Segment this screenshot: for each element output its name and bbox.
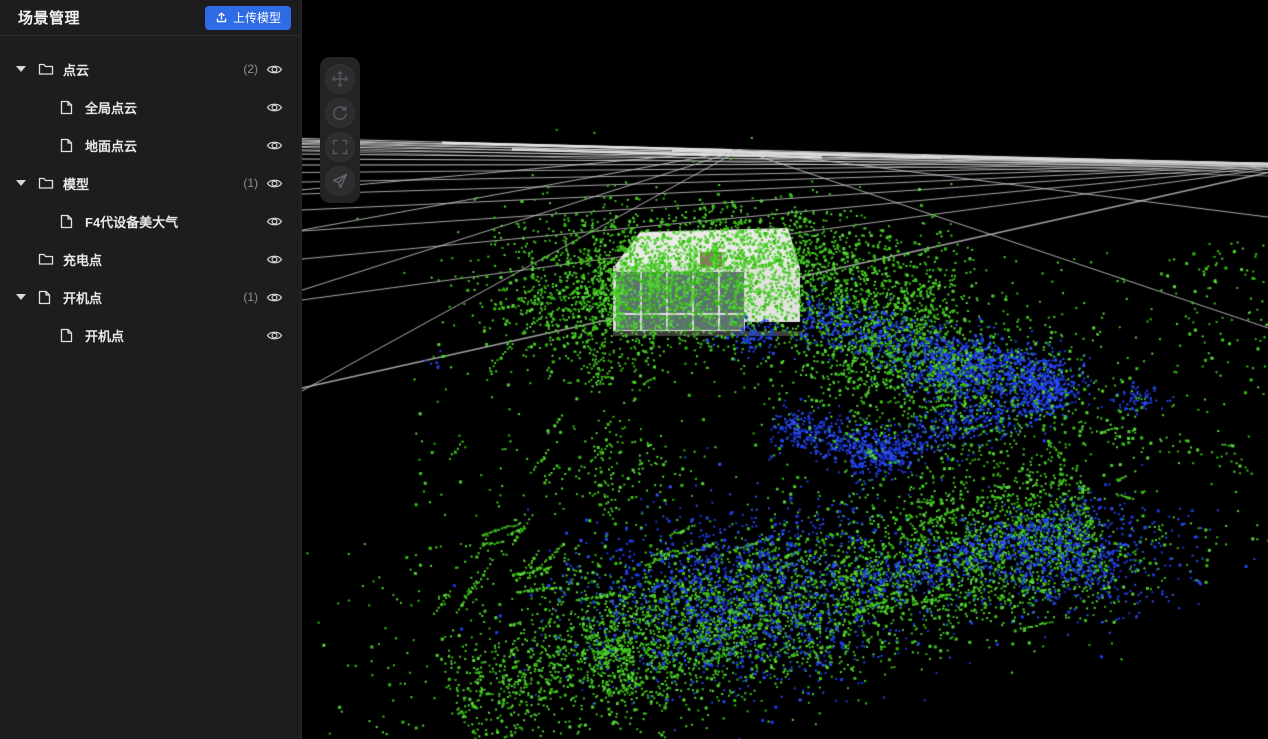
scene-tree: 点云 (2) 全局点云 地面点云 <box>0 36 301 739</box>
viewport-toolbar <box>320 57 360 203</box>
navigate-tool-icon <box>331 172 349 190</box>
fit-view-tool-button[interactable] <box>325 132 355 162</box>
viewport-3d <box>302 0 1268 739</box>
pointcloud-viewport-canvas[interactable] <box>302 0 1268 739</box>
visibility-eye-icon[interactable] <box>266 99 283 116</box>
upload-model-button[interactable]: 上传模型 <box>205 6 291 30</box>
panel-title: 场景管理 <box>18 7 80 28</box>
visibility-eye-icon[interactable] <box>266 289 283 306</box>
rotate-tool-button[interactable] <box>325 98 355 128</box>
navigate-tool-button[interactable] <box>325 166 355 196</box>
tree-item-label: 地面点云 <box>85 136 258 155</box>
tree-item-label: 点云 <box>63 60 243 79</box>
visibility-eye-icon[interactable] <box>266 251 283 268</box>
tree-item-label: 开机点 <box>63 288 243 307</box>
tree-item-count: (1) <box>243 176 258 190</box>
tree-row-点云[interactable]: 点云 (2) <box>0 50 301 88</box>
folder-icon <box>38 61 54 77</box>
tree-row-模型[interactable]: 模型 (1) <box>0 164 301 202</box>
file-icon <box>60 99 76 115</box>
app-window: 场景管理 上传模型 点云 (2) 全局点云 <box>0 0 1268 739</box>
tree-item-label: 模型 <box>63 174 243 193</box>
file-icon <box>60 137 76 153</box>
visibility-eye-icon[interactable] <box>266 213 283 230</box>
folder-icon <box>38 251 54 267</box>
move-tool-icon <box>331 70 349 88</box>
chevron-down-icon[interactable] <box>16 66 26 72</box>
visibility-eye-icon[interactable] <box>266 61 283 78</box>
visibility-eye-icon[interactable] <box>266 327 283 344</box>
upload-icon <box>215 11 228 24</box>
scene-manager-panel: 场景管理 上传模型 点云 (2) 全局点云 <box>0 0 302 739</box>
tree-item-label: 全局点云 <box>85 98 258 117</box>
file-icon <box>60 213 76 229</box>
tree-item-count: (1) <box>243 290 258 304</box>
folder-icon <box>38 175 54 191</box>
tree-row-全局点云[interactable]: 全局点云 <box>0 88 301 126</box>
visibility-eye-icon[interactable] <box>266 175 283 192</box>
file-icon <box>38 289 54 305</box>
chevron-down-icon[interactable] <box>16 294 26 300</box>
tree-row-F4代设备美大气[interactable]: F4代设备美大气 <box>0 202 301 240</box>
tree-item-count: (2) <box>243 62 258 76</box>
tree-row-开机点[interactable]: 开机点 (1) <box>0 278 301 316</box>
tree-row-开机点[interactable]: 开机点 <box>0 316 301 354</box>
tree-row-地面点云[interactable]: 地面点云 <box>0 126 301 164</box>
fit-view-tool-icon <box>331 138 349 156</box>
tree-item-label: F4代设备美大气 <box>85 212 258 231</box>
tree-item-label: 开机点 <box>85 326 258 345</box>
move-tool-button[interactable] <box>325 64 355 94</box>
tree-item-label: 充电点 <box>63 250 258 269</box>
chevron-down-icon[interactable] <box>16 180 26 186</box>
visibility-eye-icon[interactable] <box>266 137 283 154</box>
scene-manager-header: 场景管理 上传模型 <box>0 0 301 36</box>
file-icon <box>60 327 76 343</box>
upload-button-label: 上传模型 <box>233 9 281 26</box>
rotate-tool-icon <box>331 104 349 122</box>
tree-row-充电点[interactable]: 充电点 <box>0 240 301 278</box>
